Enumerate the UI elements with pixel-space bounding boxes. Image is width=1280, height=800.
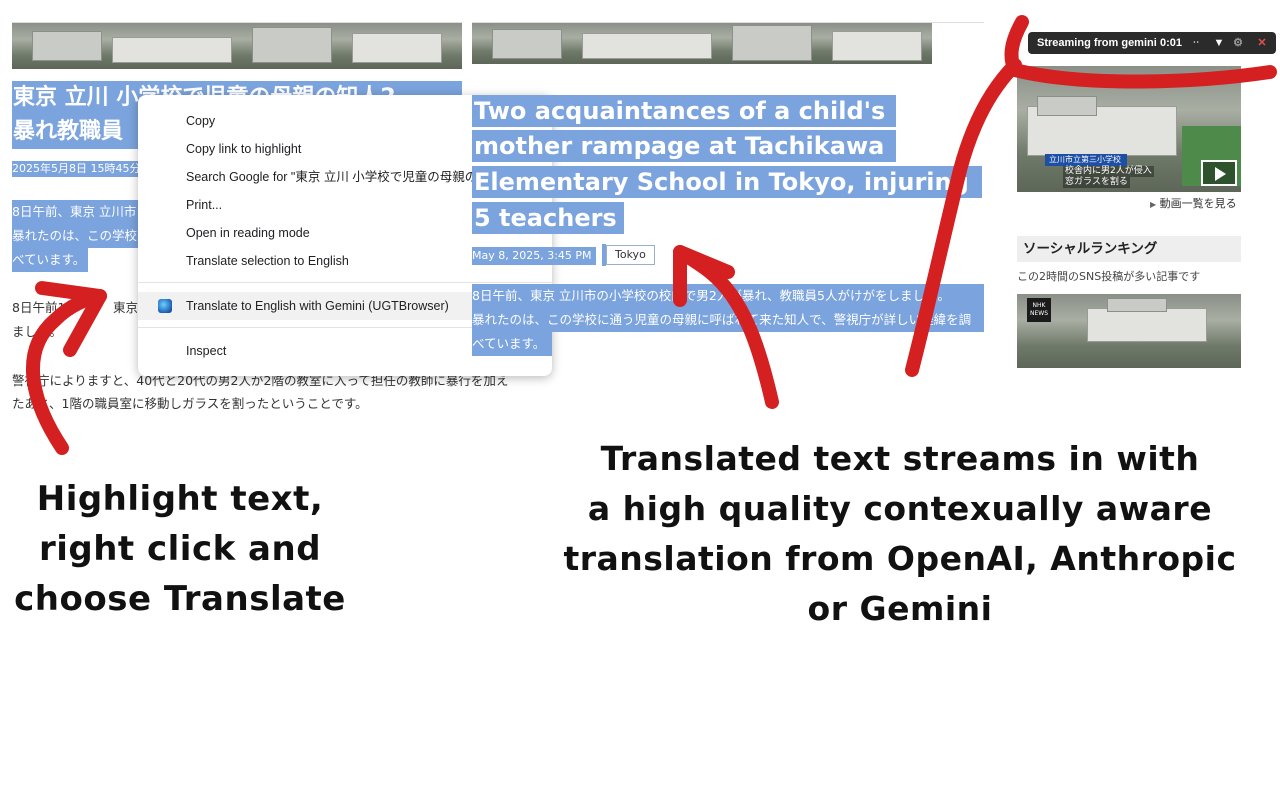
translated-para-line3: べています。	[472, 332, 552, 356]
gemini-app-icon	[158, 299, 172, 313]
spinner-icon: ᆢ	[1191, 37, 1202, 49]
jp-para2-line1: 8日午前11時	[12, 300, 74, 315]
video-caption-line2: 校舎内に男2人が侵入	[1063, 166, 1154, 177]
left-annotation-line2: right click and	[38, 529, 322, 569]
jp-para1-line1: 8日午前、東京 立川市	[12, 200, 142, 224]
streaming-status-bar: Streaming from gemini 0:01 ᆢ ▼ ⚙ ✕	[1028, 32, 1276, 54]
triangle-right-icon: ▶	[1150, 200, 1157, 209]
ranking-thumbnail[interactable]: NHK NEWS	[1017, 294, 1241, 368]
right-annotation-line1: Translated text streams in with	[600, 439, 1200, 478]
streaming-timer: 0:01	[1160, 37, 1183, 49]
right-annotation-line2: a high quality contexually aware	[587, 489, 1213, 528]
jp-para1-line3: べています。	[12, 248, 88, 272]
left-annotation-line3: choose Translate	[14, 579, 346, 619]
video-caption-title: 立川市立第三小学校	[1045, 154, 1127, 166]
tag-tokyo[interactable]: Tokyo	[606, 245, 655, 265]
settings-icon[interactable]: ⚙	[1232, 32, 1244, 54]
article-photo	[12, 23, 462, 69]
right-annotation-line4: or Gemini	[807, 589, 993, 628]
translated-title-line3: Elementary School in Tokyo, injuring	[472, 166, 982, 198]
social-ranking-heading: ソーシャルランキング	[1017, 236, 1241, 262]
jp-title-line2: 暴れ教職員	[12, 115, 142, 149]
translated-article-photo	[472, 23, 984, 64]
jp-para1-line2: 暴れたのは、この学校	[12, 224, 142, 248]
dropdown-icon[interactable]: ▼	[1213, 32, 1225, 54]
sidebar: 立川市立第三小学校 校舎内に男2人が侵入 窓ガラスを割る ▶ 動画一覧を見る ソ…	[1010, 22, 1280, 382]
video-list-link[interactable]: ▶ 動画一覧を見る	[1150, 196, 1250, 212]
translated-para-line2: 暴れたのは、この学校に通う児童の母親に呼ばれて来た知人で、警視庁が詳しい経緯を調	[472, 308, 984, 332]
video-thumbnail[interactable]: 立川市立第三小学校 校舎内に男2人が侵入 窓ガラスを割る	[1017, 66, 1241, 192]
translated-article-panel: Two acquaintances of a child's mother ra…	[472, 22, 986, 362]
jp-para3-line2: たあと、1階の職員室に移動しガラスを割ったということです。	[12, 396, 368, 411]
translated-title-line4: 5 teachers	[472, 202, 624, 234]
streaming-label: Streaming from gemini	[1037, 37, 1157, 49]
jp-date: 2025年5月8日 15時45分	[12, 161, 142, 177]
translated-title-line2: mother rampage at Tachikawa	[472, 130, 896, 162]
close-icon[interactable]: ✕	[1256, 32, 1268, 54]
translated-para-line1: 8日午前、東京 立川市の小学校の校内で男2人が暴れ、教職員5人がけがをしました。	[472, 284, 984, 308]
right-annotation: Translated text streams in with a high q…	[540, 434, 1260, 634]
menu-item-translate-gemini-label: Translate to English with Gemini (UGTBro…	[186, 299, 449, 313]
right-annotation-line3: translation from OpenAI, Anthropic	[563, 539, 1237, 578]
video-caption-line3: 窓ガラスを割る	[1063, 177, 1130, 188]
translated-date: May 8, 2025, 3:45 PM	[472, 247, 596, 265]
video-list-link-label: 動画一覧を見る	[1159, 197, 1237, 210]
play-icon	[1215, 167, 1226, 181]
left-annotation-line1: Highlight text,	[36, 479, 324, 519]
nhk-news-logo: NHK NEWS	[1027, 298, 1051, 322]
translated-title-line1: Two acquaintances of a child's	[472, 95, 896, 127]
left-annotation: Highlight text, right click and choose T…	[0, 474, 360, 624]
jp-para2-line2: ました。	[12, 324, 63, 339]
social-ranking-subtitle: この2時間のSNS投稿が多い記事です	[1017, 270, 1201, 283]
play-button[interactable]	[1201, 160, 1237, 186]
